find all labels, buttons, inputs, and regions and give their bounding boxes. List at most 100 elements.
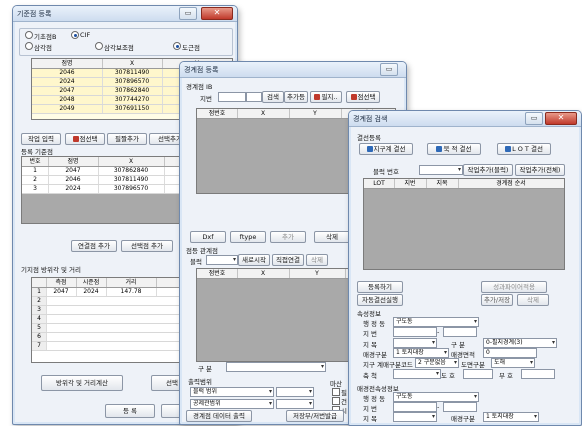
jibun-input-1[interactable] bbox=[393, 327, 437, 337]
gu-select[interactable]: 0-필지경계(3) bbox=[483, 338, 557, 348]
gu-label: 구 분 bbox=[451, 341, 466, 349]
point-select-button[interactable]: 점선택 bbox=[346, 91, 380, 103]
dogun-select[interactable]: 도해 bbox=[491, 358, 535, 368]
bukjuk-connect-button[interactable]: 북 적 결선 bbox=[427, 143, 481, 155]
cross-icon bbox=[314, 94, 321, 100]
section2-label: 점등 관계점 bbox=[186, 247, 218, 255]
lot-grid[interactable]: LOT 지번 지목 경계점 순서 bbox=[363, 178, 565, 270]
select-point-button[interactable]: 점선택 bbox=[65, 133, 105, 145]
gubun2-label: 매경구분 bbox=[451, 415, 475, 423]
square-icon bbox=[505, 146, 512, 152]
check-2[interactable] bbox=[332, 397, 340, 405]
cell: 3 bbox=[32, 306, 47, 314]
selected-point-add-button[interactable]: 선택점 추가 bbox=[121, 240, 173, 252]
radio-dogeunjeom[interactable] bbox=[173, 42, 181, 50]
minimize-button[interactable]: ▭ bbox=[380, 63, 398, 76]
jigu-code-select[interactable]: 2 구분없음 bbox=[415, 358, 459, 368]
block-number-label: 블럭 번호 bbox=[373, 168, 399, 176]
connection-add-button[interactable]: 연결점 추가 bbox=[71, 240, 117, 252]
parcel-add-button[interactable]: 필짤추가 bbox=[107, 133, 147, 145]
select-point-label: 점선택 bbox=[79, 135, 98, 143]
delete-button[interactable]: 삭제 bbox=[517, 294, 549, 306]
jimok-select[interactable] bbox=[393, 338, 437, 348]
register-button[interactable]: 등록하기 bbox=[357, 281, 403, 293]
parcel-label: 필지.. bbox=[321, 93, 338, 101]
col-distance: 거리 bbox=[106, 278, 157, 287]
block-select[interactable] bbox=[206, 255, 238, 265]
work-add-block-button[interactable]: 작업추가(블럭) bbox=[463, 164, 513, 176]
cell: 2048 bbox=[32, 96, 103, 104]
add-button[interactable]: 추가등 bbox=[284, 91, 308, 103]
radio-gichojeom[interactable] bbox=[25, 31, 33, 39]
calc-bearing-distance-button[interactable]: 방위각 및 거리계산 bbox=[41, 375, 123, 391]
dxf-button[interactable]: Dxf bbox=[190, 231, 226, 243]
lot-connect-button[interactable]: L O T 결선 bbox=[497, 143, 551, 155]
output-range-label: 출력범위 bbox=[188, 378, 212, 386]
dash: - bbox=[437, 328, 440, 336]
col-lot: LOT bbox=[364, 179, 395, 188]
cell: 6 bbox=[32, 333, 47, 341]
cell: 2047 bbox=[46, 288, 77, 296]
cross-icon bbox=[350, 94, 357, 100]
gubun-select[interactable] bbox=[226, 362, 326, 372]
jibun2-input-2[interactable] bbox=[443, 402, 477, 412]
cell: 2024 bbox=[32, 78, 103, 86]
add-save-button[interactable]: 추가/저장 bbox=[481, 294, 513, 306]
gubun2-select[interactable]: 1 토지대장 bbox=[483, 412, 539, 422]
window-title: 경계점 검색 bbox=[353, 115, 388, 123]
parcel-button[interactable]: 필지.. bbox=[310, 91, 342, 103]
block-range-select[interactable]: 블럭 범위 bbox=[190, 387, 274, 397]
work-input-button[interactable]: 작업 입력 bbox=[21, 133, 61, 145]
block-range-select-2[interactable] bbox=[276, 387, 314, 397]
jigu-connect-button[interactable]: 지구계 결선 bbox=[359, 143, 413, 155]
jimok2-select[interactable] bbox=[393, 412, 437, 422]
jibun-input-1[interactable] bbox=[218, 92, 246, 102]
area-input[interactable]: 0 bbox=[483, 348, 537, 358]
jibun-input-2[interactable] bbox=[246, 92, 262, 102]
work-add-all-button[interactable]: 작업추가(전체) bbox=[515, 164, 565, 176]
buho-input[interactable] bbox=[521, 369, 555, 379]
dong2-select[interactable]: 구도동 bbox=[393, 392, 479, 402]
add2-button[interactable]: 추가 bbox=[270, 231, 306, 243]
direct-connect-button[interactable]: 직접연결 bbox=[272, 254, 304, 266]
apply-result-button[interactable]: 성과파이어적용 bbox=[481, 281, 547, 293]
boundary-search-window: 경계점 검색 ▭ ✕ 결선등록 지구계 결선 북 적 결선 L O T 결선 블… bbox=[348, 110, 582, 426]
boundary-search-titlebar[interactable]: 경계점 검색 ▭ ✕ bbox=[349, 111, 581, 127]
jibun-label: 지번 bbox=[200, 95, 212, 103]
radio-cif[interactable] bbox=[71, 31, 79, 39]
minimize-button[interactable]: ▭ bbox=[179, 7, 197, 20]
new-start-button[interactable]: 새로시작 bbox=[238, 254, 270, 266]
save-issue-button[interactable]: 저장부/저번발급 bbox=[286, 410, 344, 422]
check-1[interactable] bbox=[332, 388, 340, 396]
connection-range-select[interactable]: 공제관범위 bbox=[190, 399, 274, 409]
minimize-button[interactable]: ▭ bbox=[525, 112, 543, 125]
register-button[interactable]: 등 록 bbox=[105, 404, 155, 418]
radio-samgakbojo[interactable] bbox=[95, 42, 103, 50]
connection-range-select-2[interactable] bbox=[276, 399, 314, 409]
lot-connect-label: L O T 결선 bbox=[512, 145, 543, 153]
gyeonggye-select[interactable]: 1 토지대장 bbox=[393, 348, 449, 358]
cell: 2024 bbox=[48, 185, 99, 193]
attribute-section-label: 속성정보 bbox=[357, 310, 381, 318]
jibun-input-2[interactable] bbox=[443, 327, 477, 337]
col-number: 번호 bbox=[22, 157, 49, 166]
block-number-select[interactable] bbox=[419, 165, 463, 175]
col-jimok: 지목 bbox=[426, 179, 459, 188]
doho-input[interactable] bbox=[463, 369, 493, 379]
scale-select[interactable] bbox=[393, 369, 441, 379]
close-button[interactable]: ✕ bbox=[201, 7, 233, 20]
delete3-button[interactable]: 삭제 bbox=[306, 254, 328, 266]
close-button[interactable]: ✕ bbox=[545, 112, 577, 125]
base-point-titlebar[interactable]: 기준점 등록 ▭ ✕ bbox=[13, 6, 237, 22]
gyeonggye-label: 매경구분 bbox=[363, 351, 387, 359]
boundary-register-titlebar[interactable]: 경계점 등록 ▭ bbox=[180, 62, 406, 78]
radio-samgakjeom[interactable] bbox=[25, 42, 33, 50]
jimok2-label: 지 목 bbox=[363, 415, 378, 423]
ftype-button[interactable]: ftype bbox=[230, 231, 266, 243]
dong-select[interactable]: 구도동 bbox=[393, 317, 479, 327]
print-data-button[interactable]: 경계점 데이터 출력 bbox=[186, 410, 252, 422]
delete2-button[interactable]: 삭제 bbox=[314, 231, 350, 243]
auto-connect-button[interactable]: 자동결선실행 bbox=[357, 294, 403, 306]
search-button[interactable]: 검색 bbox=[262, 91, 284, 103]
jibun2-input-1[interactable] bbox=[393, 402, 437, 412]
